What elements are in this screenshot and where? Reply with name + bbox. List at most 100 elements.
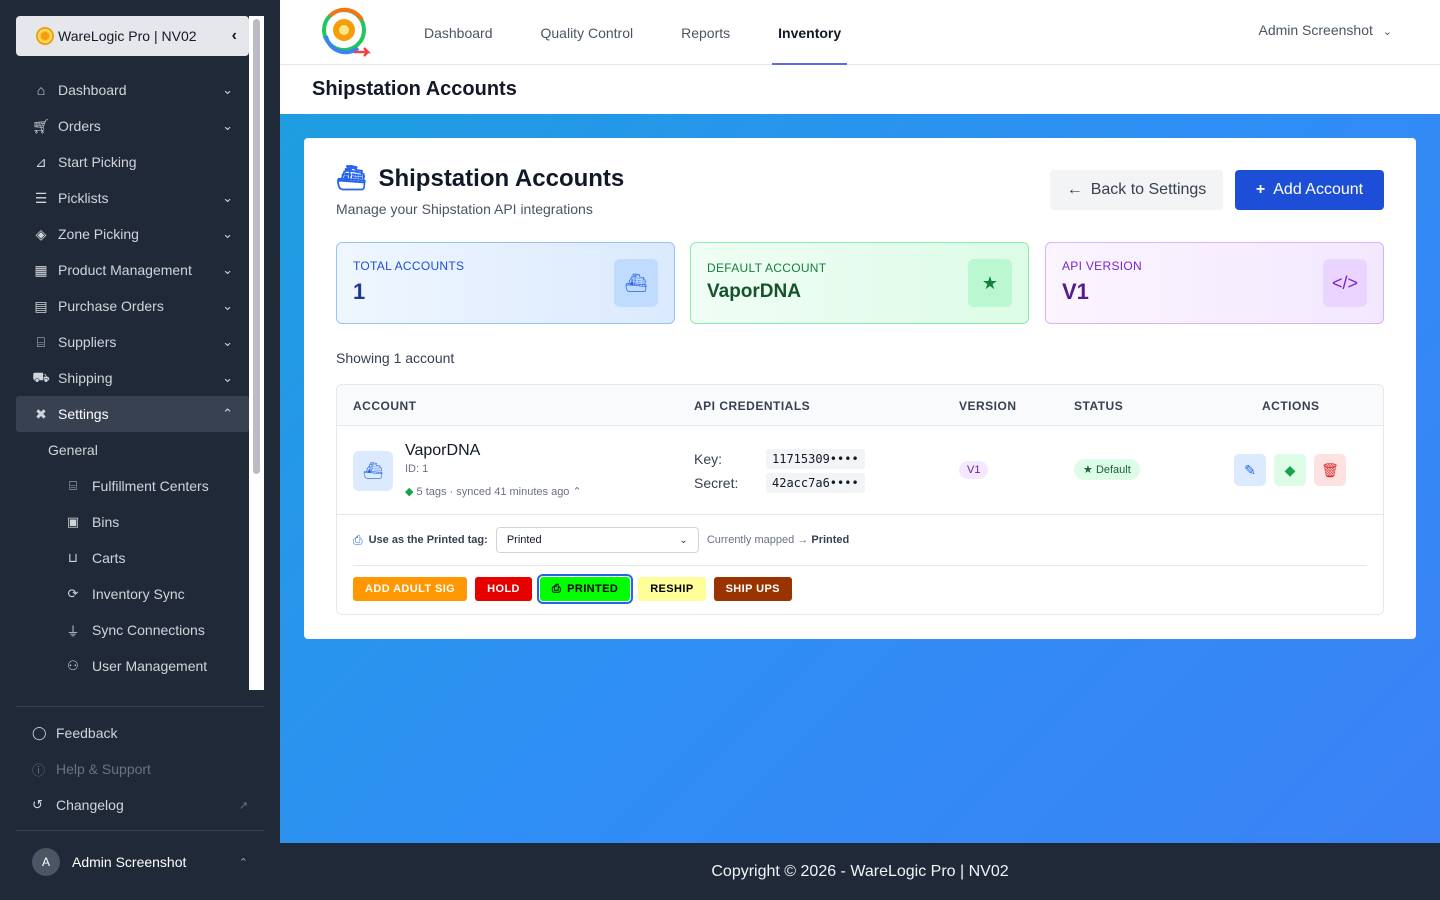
printed-tag-select[interactable]: Printed ⌄ [495, 527, 699, 553]
col-status: STATUS [1074, 399, 1124, 413]
brand-name: WareLogic Pro | NV02 [58, 28, 197, 44]
boxes-icon: ▦ [34, 261, 48, 278]
sidebar-item-suppliers[interactable]: ⌸ Suppliers ⌄ [16, 324, 249, 360]
users-icon: ⚇ [67, 658, 79, 673]
top-user-menu[interactable]: Admin Screenshot ⌄ [1258, 22, 1392, 38]
tag-chip[interactable]: RESHIP [638, 577, 706, 601]
sidebar-scrollbar[interactable] [249, 16, 264, 690]
chevron-down-icon: ⌄ [222, 334, 233, 349]
account-meta[interactable]: ◆ 5 tags · synced 41 minutes ago ⌃ [405, 485, 582, 498]
delete-account-button[interactable]: 🗑︎ [1314, 454, 1346, 486]
tags-icon: ◆ [1284, 461, 1296, 478]
sidebar-user-menu[interactable]: A Admin Screenshot ⌃ [16, 842, 264, 882]
sidebar-item-orders[interactable]: 🛒︎ Orders ⌄ [16, 108, 249, 144]
dolly-icon: ⊿ [35, 153, 47, 170]
collapse-sidebar-icon[interactable]: ‹ [232, 27, 237, 45]
tab-reports[interactable]: Reports [657, 0, 754, 65]
card-subtitle: Manage your Shipstation API integrations [336, 201, 593, 217]
page-title: Shipstation Accounts [280, 65, 1440, 114]
tag-chip[interactable]: ⎙ PRINTED [536, 574, 634, 604]
app-logo-icon[interactable] [318, 6, 372, 58]
col-actions: ACTIONS [1262, 399, 1320, 413]
sidebar-item-shipping[interactable]: ⛟ Shipping ⌄ [16, 360, 249, 396]
tab-inventory[interactable]: Inventory [754, 0, 865, 65]
sidebar-item-label: Start Picking [58, 154, 137, 170]
footer-copyright: Copyright © 2026 - WareLogic Pro | NV02 [280, 843, 1440, 900]
changelog-link[interactable]: ↺ Changelog ↗ [16, 787, 264, 823]
sidebar-item-label: Dashboard [58, 82, 127, 98]
col-account: ACCOUNT [353, 399, 417, 413]
sidebar-sub-bins[interactable]: ▣ Bins [16, 504, 249, 540]
sidebar-item-start-picking[interactable]: ⊿ Start Picking [16, 144, 249, 180]
tag-chip[interactable]: HOLD [475, 577, 532, 601]
printed-tag-label: Use as the Printed tag: [368, 534, 488, 546]
file-invoice-icon: ▤ [34, 297, 48, 314]
feedback-label: Feedback [56, 725, 118, 741]
sidebar-item-product-management[interactable]: ▦ Product Management ⌄ [16, 252, 249, 288]
history-icon: ↺ [32, 797, 43, 812]
tag-count: 5 tags [416, 486, 447, 498]
brand-switcher[interactable]: WareLogic Pro | NV02 ‹ [16, 16, 249, 56]
external-link-icon: ↗ [238, 799, 248, 812]
status-label: Default [1095, 464, 1131, 476]
changelog-label: Changelog [56, 797, 124, 813]
chevron-down-icon: ⌄ [222, 298, 233, 313]
mapped-prefix: Currently mapped → [706, 534, 809, 546]
stat-label: API VERSION [1062, 259, 1142, 273]
tag-chip[interactable]: ADD ADULT SIG [353, 577, 468, 601]
stat-default-account: DEFAULT ACCOUNT VaporDNA ★ [690, 242, 1029, 324]
sidebar-item-picklists[interactable]: ☰ Picklists ⌄ [16, 180, 249, 216]
tab-dashboard[interactable]: Dashboard [400, 0, 517, 65]
star-icon: ★ [1083, 464, 1093, 476]
sidebar-item-label: Picklists [58, 190, 109, 206]
sidebar-item-label: Settings [58, 406, 109, 422]
tab-quality-control[interactable]: Quality Control [517, 0, 658, 65]
sidebar-sub-carts[interactable]: ⊔ Carts [16, 540, 249, 576]
sidebar-sub-inventory-sync[interactable]: ⟳ Inventory Sync [16, 576, 249, 612]
sidebar-item-zone-picking[interactable]: ◈ Zone Picking ⌄ [16, 216, 249, 252]
manage-tags-button[interactable]: ◆ [1274, 454, 1306, 486]
question-circle-icon: ⓘ [32, 762, 46, 778]
col-api-credentials: API CREDENTIALS [694, 399, 811, 413]
code-icon: </> [1323, 259, 1367, 307]
chevron-down-icon: ⌄ [1382, 26, 1392, 38]
help-support-link[interactable]: ⓘ Help & Support [16, 751, 264, 787]
sidebar-sub-sync-connections[interactable]: ⏚ Sync Connections [16, 612, 249, 648]
tag-chip-label: PRINTED [567, 583, 619, 595]
back-to-settings-button[interactable]: ← Back to Settings [1050, 170, 1223, 210]
sidebar-item-dashboard[interactable]: ⌂ Dashboard ⌄ [16, 72, 249, 108]
tools-icon: ✖ [35, 405, 47, 422]
showing-count: Showing 1 account [336, 350, 455, 366]
trash-icon: 🗑︎ [1321, 461, 1339, 478]
back-button-label: Back to Settings [1090, 181, 1207, 198]
sidebar-item-settings[interactable]: ✖ Settings ⌃ [16, 396, 249, 432]
sidebar-sub-fulfillment-centers[interactable]: ⌸ Fulfillment Centers [16, 468, 249, 504]
meta-separator: · [449, 486, 454, 498]
tag-chip-label: RESHIP [650, 583, 694, 595]
tag-chip[interactable]: SHIP UPS [713, 577, 792, 601]
brand-logo-icon [36, 27, 54, 45]
sidebar-sub-label: Bins [92, 514, 120, 530]
sidebar-divider [16, 706, 264, 707]
edit-icon: ✎ [1244, 461, 1256, 478]
chevron-down-icon: ⌄ [222, 82, 233, 97]
accounts-table: ACCOUNT API CREDENTIALS VERSION STATUS A… [336, 384, 1384, 615]
sidebar-sub-user-management[interactable]: ⚇ User Management [16, 648, 249, 684]
dolly-flatbed-icon: ⊔ [67, 550, 79, 565]
feedback-link[interactable]: ◯ Feedback [16, 715, 264, 751]
settings-group-general[interactable]: General [16, 432, 249, 468]
edit-account-button[interactable]: ✎ [1234, 454, 1266, 486]
scrollbar-thumb[interactable] [253, 19, 260, 474]
sidebar-item-label: Zone Picking [58, 226, 139, 242]
ship-icon: ⛴ [614, 259, 658, 307]
col-version: VERSION [959, 399, 1017, 413]
sidebar-item-label: Product Management [58, 262, 192, 278]
add-account-button[interactable]: + Add Account [1235, 170, 1384, 210]
layers-icon: ◈ [35, 225, 47, 242]
top-user-name: Admin Screenshot [1258, 22, 1373, 38]
shipstation-accounts-card: ⛴ Shipstation Accounts Manage your Ships… [304, 138, 1416, 639]
sidebar-item-label: Orders [58, 118, 101, 134]
sidebar-item-purchase-orders[interactable]: ▤ Purchase Orders ⌄ [16, 288, 249, 324]
status-badge: ★ Default [1074, 459, 1140, 480]
api-key-value: 11715309•••• [766, 449, 865, 469]
